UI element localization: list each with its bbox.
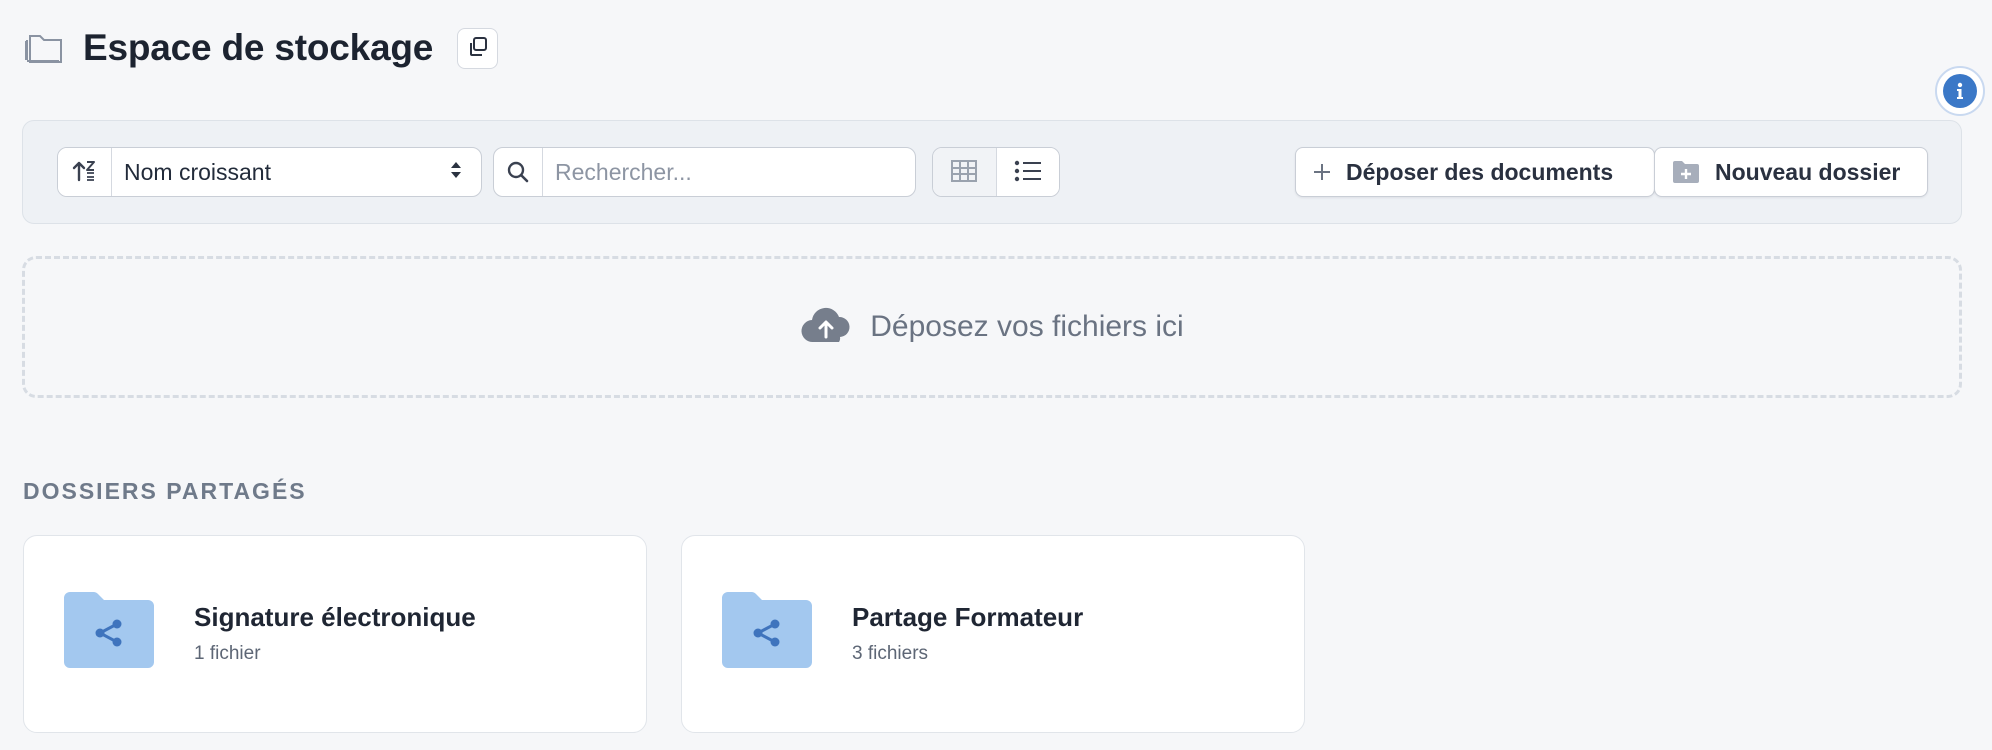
- storage-page: Espace de stockage Nom croissant Recherc…: [0, 0, 1992, 750]
- folder-card[interactable]: Partage Formateur 3 fichiers: [681, 535, 1305, 733]
- sort-ascending-icon: [72, 159, 98, 186]
- dropzone-text: Déposez vos fichiers ici: [870, 310, 1184, 343]
- sort-order-button[interactable]: [58, 148, 112, 196]
- folder-card[interactable]: Signature électronique 1 fichier: [23, 535, 647, 733]
- sort-control: Nom croissant: [57, 147, 482, 197]
- new-folder-label: Nouveau dossier: [1715, 158, 1901, 185]
- folder-name: Partage Formateur: [852, 602, 1084, 632]
- toolbar: Nom croissant Rechercher... Déposer des …: [22, 120, 1962, 224]
- cloud-upload-icon: [800, 306, 852, 349]
- file-dropzone[interactable]: Déposez vos fichiers ici: [22, 256, 1962, 398]
- shared-folders-heading: DOSSIERS PARTAGÉS: [23, 478, 307, 504]
- page-header: Espace de stockage: [23, 22, 499, 74]
- upload-documents-label: Déposer des documents: [1346, 158, 1614, 185]
- folder-outline-icon: [23, 28, 65, 68]
- select-arrows-icon: [449, 159, 463, 186]
- grid-icon: [950, 159, 978, 186]
- copy-icon: [467, 36, 489, 61]
- shared-folder-icon: [62, 590, 156, 675]
- view-toggle: [932, 147, 1060, 197]
- copy-button[interactable]: [457, 27, 499, 69]
- search-input[interactable]: [543, 148, 915, 196]
- folder-name: Signature électronique: [194, 602, 476, 632]
- upload-documents-button[interactable]: Déposer des documents: [1295, 147, 1655, 197]
- list-icon: [1013, 159, 1043, 186]
- list-view-button[interactable]: [996, 148, 1059, 196]
- info-button[interactable]: [1935, 66, 1985, 116]
- sort-select[interactable]: Nom croissant: [112, 148, 481, 196]
- new-folder-button[interactable]: Nouveau dossier: [1654, 147, 1928, 197]
- search-control: [493, 147, 916, 197]
- shared-folder-icon: [720, 590, 814, 675]
- page-title: Espace de stockage: [83, 27, 434, 68]
- folder-file-count: 1 fichier: [194, 643, 261, 664]
- grid-view-button[interactable]: [933, 148, 997, 196]
- search-icon: [494, 148, 543, 196]
- info-icon: [1943, 74, 1977, 108]
- folder-plus-icon: [1671, 159, 1701, 185]
- folder-file-count: 3 fichiers: [852, 643, 929, 664]
- sort-select-value: Nom croissant: [124, 158, 271, 185]
- plus-icon: [1312, 162, 1332, 182]
